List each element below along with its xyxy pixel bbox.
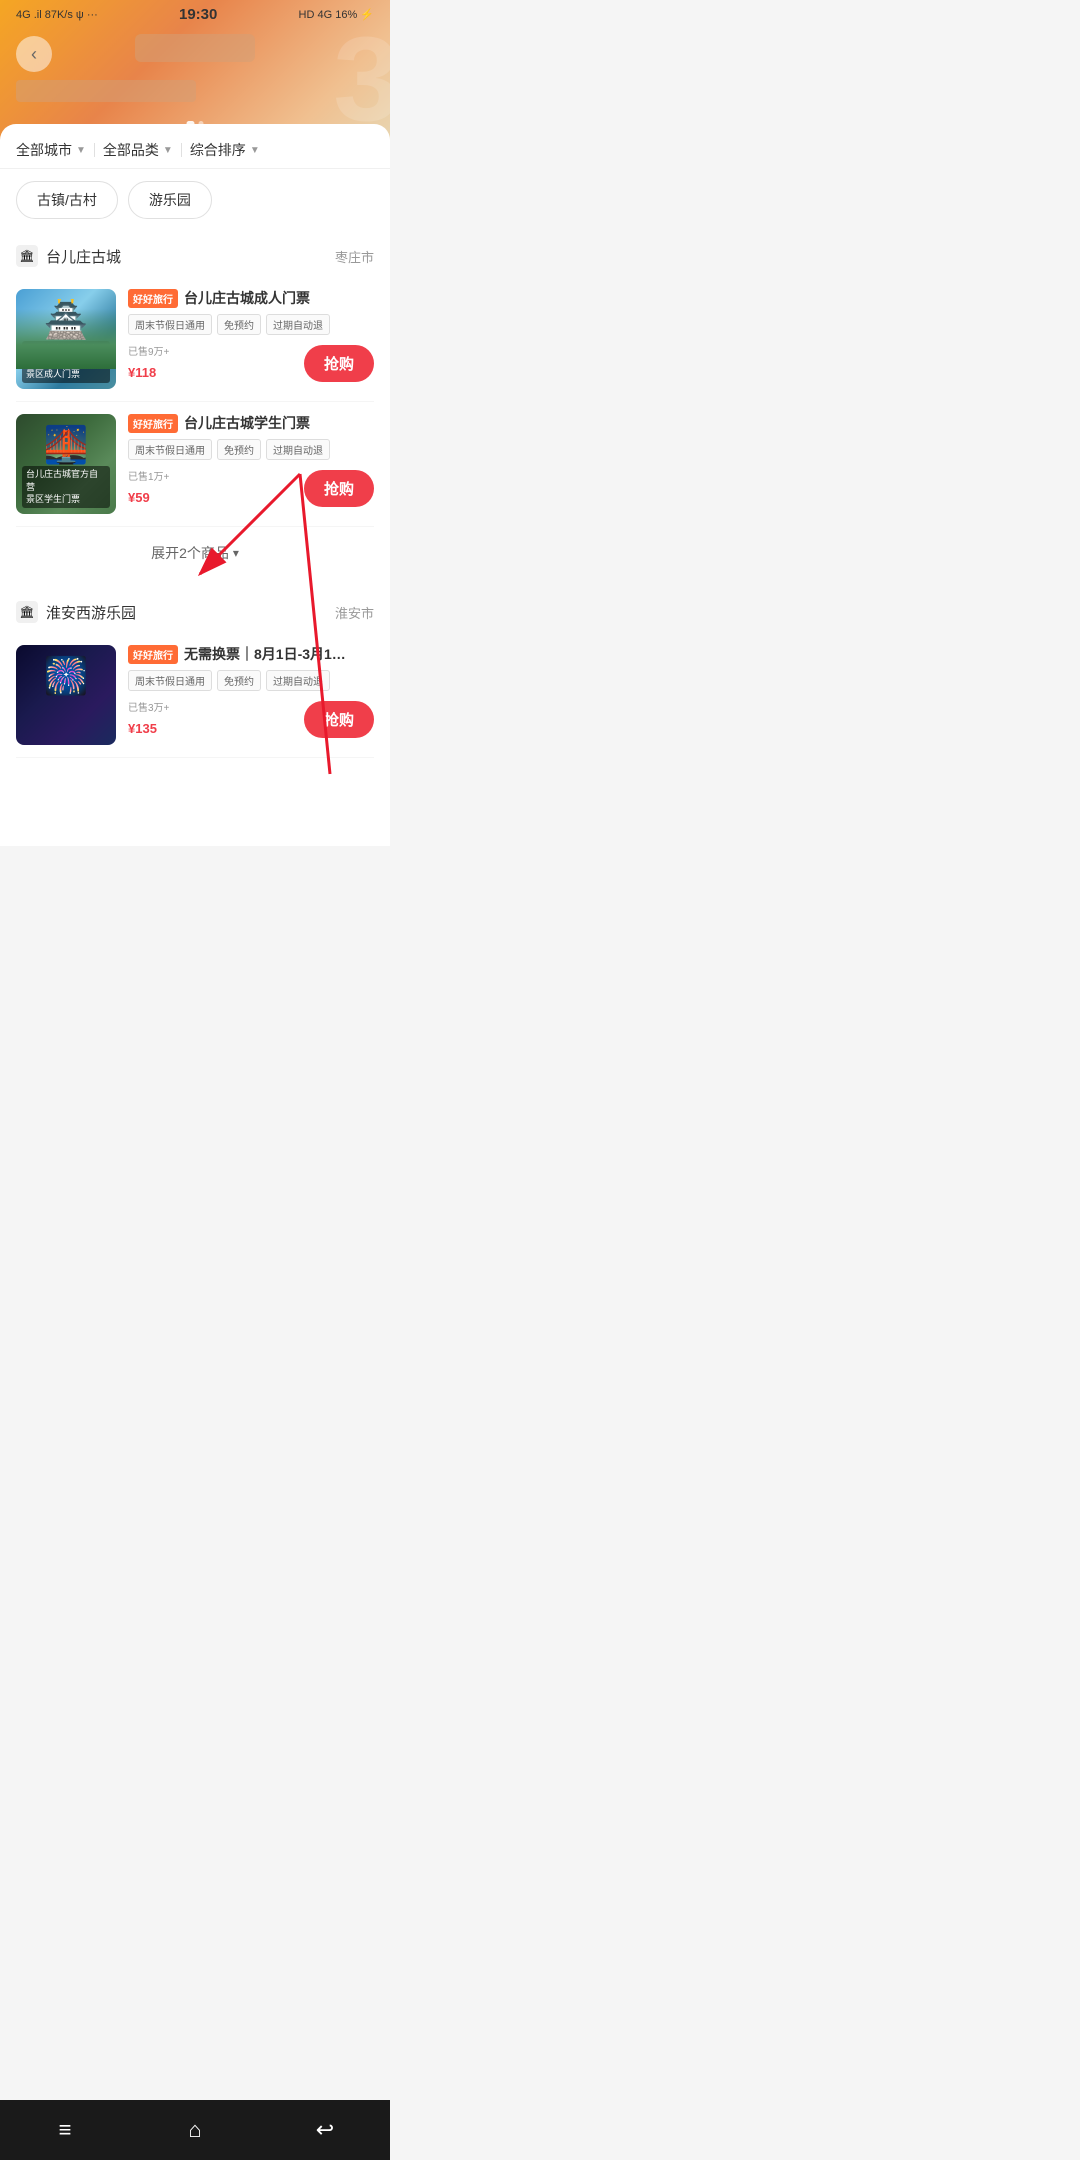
product-student-ticket: 台儿庄古城官方自营 景区学生门票 好好旅行 台儿庄古城学生门票 周末节假日通用 … <box>16 402 374 527</box>
adult-price: ¥118 <box>128 360 156 383</box>
huainan-price-wrap: 已售3万+ ¥135 <box>128 699 169 739</box>
banner-sub-area <box>16 80 196 102</box>
filter-sort[interactable]: 综合排序 ▼ <box>190 140 260 160</box>
banner-sub-placeholder <box>16 80 196 102</box>
adult-buy-button[interactable]: 抢购 <box>304 345 374 382</box>
product-adult-img: 台儿庄古城官方自营 景区成人门票 <box>16 289 116 389</box>
filter-sort-chevron: ▼ <box>250 145 260 156</box>
huainan-ticket-info: 好好旅行 无需换票｜8月1日-3月1… 周末节假日通用 免预约 过期自动退 已售… <box>128 645 374 745</box>
huainan-title-row: 好好旅行 无需换票｜8月1日-3月1… <box>128 645 374 664</box>
huainan-price-action: 已售3万+ ¥135 抢购 <box>128 699 374 739</box>
product-huainan-img <box>16 645 116 745</box>
expand-chevron-icon: ▾ <box>233 546 239 560</box>
filter-city[interactable]: 全部城市 ▼ <box>16 140 86 160</box>
product-student-img: 台儿庄古城官方自营 景区学生门票 <box>16 414 116 514</box>
expand-label: 展开2个商品 <box>151 543 229 563</box>
student-price-wrap: 已售1万+ ¥59 <box>128 468 169 508</box>
adult-img-label: 台儿庄古城官方自营 景区成人门票 <box>22 341 110 383</box>
venue-name-wrap: 🏛 台儿庄古城 <box>16 245 121 267</box>
adult-tag-1: 免预约 <box>217 314 261 335</box>
tag-amusement-park-label: 游乐园 <box>149 192 191 208</box>
student-sold-count: 已售1万+ <box>128 468 169 483</box>
student-tag-1: 免预约 <box>217 439 261 460</box>
tag-row: 古镇/古村 游乐园 <box>0 169 390 231</box>
filter-sort-label: 综合排序 <box>190 140 246 160</box>
huainan-tags-row: 周末节假日通用 免预约 过期自动退 <box>128 670 374 691</box>
status-left: 4G .il 87K/s ψ ··· <box>16 9 98 21</box>
student-img-label: 台儿庄古城官方自营 景区学生门票 <box>22 466 110 508</box>
venue-icon: 🏛 <box>16 245 38 267</box>
adult-ticket-info: 好好旅行 台儿庄古城成人门票 周末节假日通用 免预约 过期自动退 已售9万+ ¥… <box>128 289 374 389</box>
filter-category-label: 全部品类 <box>103 140 159 160</box>
adult-price-action: 已售9万+ ¥118 抢购 <box>128 343 374 383</box>
huainan-brand-badge: 好好旅行 <box>128 645 178 664</box>
venue-taierzhuang-name: 台儿庄古城 <box>46 246 121 267</box>
venue-taierzhuang: 🏛 台儿庄古城 枣庄市 台儿庄古城官方自营 景区成人门票 <box>0 231 390 579</box>
header-banner: 4G .il 87K/s ψ ··· 19:30 HD 4G 16% ⚡ ‹ <box>0 0 390 140</box>
huainan-buy-button[interactable]: 抢购 <box>304 701 374 738</box>
banner-title-placeholder <box>135 34 255 62</box>
huainan-tag-0: 周末节假日通用 <box>128 670 212 691</box>
venue-huainan: 🏛 淮安西游乐园 淮安市 好好旅行 无需换票｜8月1日-3月1… <box>0 587 390 758</box>
tag-ancient-town[interactable]: 古镇/古村 <box>16 181 118 219</box>
adult-sold-count: 已售9万+ <box>128 343 169 358</box>
adult-price-wrap: 已售9万+ ¥118 <box>128 343 169 383</box>
filter-divider-2 <box>181 143 182 157</box>
filter-row: 全部城市 ▼ 全部品类 ▼ 综合排序 ▼ <box>0 124 390 169</box>
product-adult-ticket: 台儿庄古城官方自营 景区成人门票 好好旅行 台儿庄古城成人门票 周末节假日通用 … <box>16 277 374 402</box>
student-price: ¥59 <box>128 485 150 508</box>
main-content: 全部城市 ▼ 全部品类 ▼ 综合排序 ▼ 古镇/古村 游乐园 <box>0 124 390 846</box>
student-product-title: 台儿庄古城学生门票 <box>184 414 310 432</box>
adult-brand-badge: 好好旅行 <box>128 289 178 308</box>
back-button[interactable]: ‹ <box>16 36 52 72</box>
venue-huainan-city: 淮安市 <box>335 603 374 622</box>
student-tag-2: 过期自动退 <box>266 439 330 460</box>
venue-taierzhuang-city: 枣庄市 <box>335 247 374 266</box>
venue-taierzhuang-header: 🏛 台儿庄古城 枣庄市 <box>16 231 374 277</box>
adult-product-title: 台儿庄古城成人门票 <box>184 289 310 307</box>
filter-city-label: 全部城市 <box>16 140 72 160</box>
student-price-action: 已售1万+ ¥59 抢购 <box>128 468 374 508</box>
filter-city-chevron: ▼ <box>76 145 86 156</box>
adult-tag-2: 过期自动退 <box>266 314 330 335</box>
huainan-tag-2: 过期自动退 <box>266 670 330 691</box>
product-huainan-ticket: 好好旅行 无需换票｜8月1日-3月1… 周末节假日通用 免预约 过期自动退 已售… <box>16 633 374 758</box>
adult-tags-row: 周末节假日通用 免预约 过期自动退 <box>128 314 374 335</box>
status-time: 19:30 <box>179 6 217 23</box>
status-bar: 4G .il 87K/s ψ ··· 19:30 HD 4G 16% ⚡ <box>0 0 390 29</box>
student-brand-badge: 好好旅行 <box>128 414 178 433</box>
status-right: HD 4G 16% ⚡ <box>299 8 374 21</box>
student-title-row: 好好旅行 台儿庄古城学生门票 <box>128 414 374 433</box>
venue-huainan-header: 🏛 淮安西游乐园 淮安市 <box>16 587 374 633</box>
tag-amusement-park[interactable]: 游乐园 <box>128 181 212 219</box>
expand-row[interactable]: 展开2个商品 ▾ <box>16 527 374 579</box>
venue-huainan-icon: 🏛 <box>16 601 38 623</box>
huainan-product-title: 无需换票｜8月1日-3月1… <box>184 645 346 663</box>
filter-category[interactable]: 全部品类 ▼ <box>103 140 173 160</box>
venue-huainan-name: 淮安西游乐园 <box>46 602 136 623</box>
adult-title-row: 好好旅行 台儿庄古城成人门票 <box>128 289 374 308</box>
student-ticket-info: 好好旅行 台儿庄古城学生门票 周末节假日通用 免预约 过期自动退 已售1万+ ¥… <box>128 414 374 514</box>
huainan-img-bg <box>16 645 116 745</box>
student-img-bg: 台儿庄古城官方自营 景区学生门票 <box>16 414 116 514</box>
student-tag-0: 周末节假日通用 <box>128 439 212 460</box>
student-tags-row: 周末节假日通用 免预约 过期自动退 <box>128 439 374 460</box>
adult-tag-0: 周末节假日通用 <box>128 314 212 335</box>
huainan-sold-count: 已售3万+ <box>128 699 169 714</box>
banner-title-area <box>135 34 255 62</box>
tag-ancient-town-label: 古镇/古村 <box>37 192 97 208</box>
huainan-price: ¥135 <box>128 716 157 739</box>
adult-img-bg: 台儿庄古城官方自营 景区成人门票 <box>16 289 116 389</box>
filter-category-chevron: ▼ <box>163 145 173 156</box>
huainan-tag-1: 免预约 <box>217 670 261 691</box>
filter-divider-1 <box>94 143 95 157</box>
venue-huainan-name-wrap: 🏛 淮安西游乐园 <box>16 601 136 623</box>
student-buy-button[interactable]: 抢购 <box>304 470 374 507</box>
